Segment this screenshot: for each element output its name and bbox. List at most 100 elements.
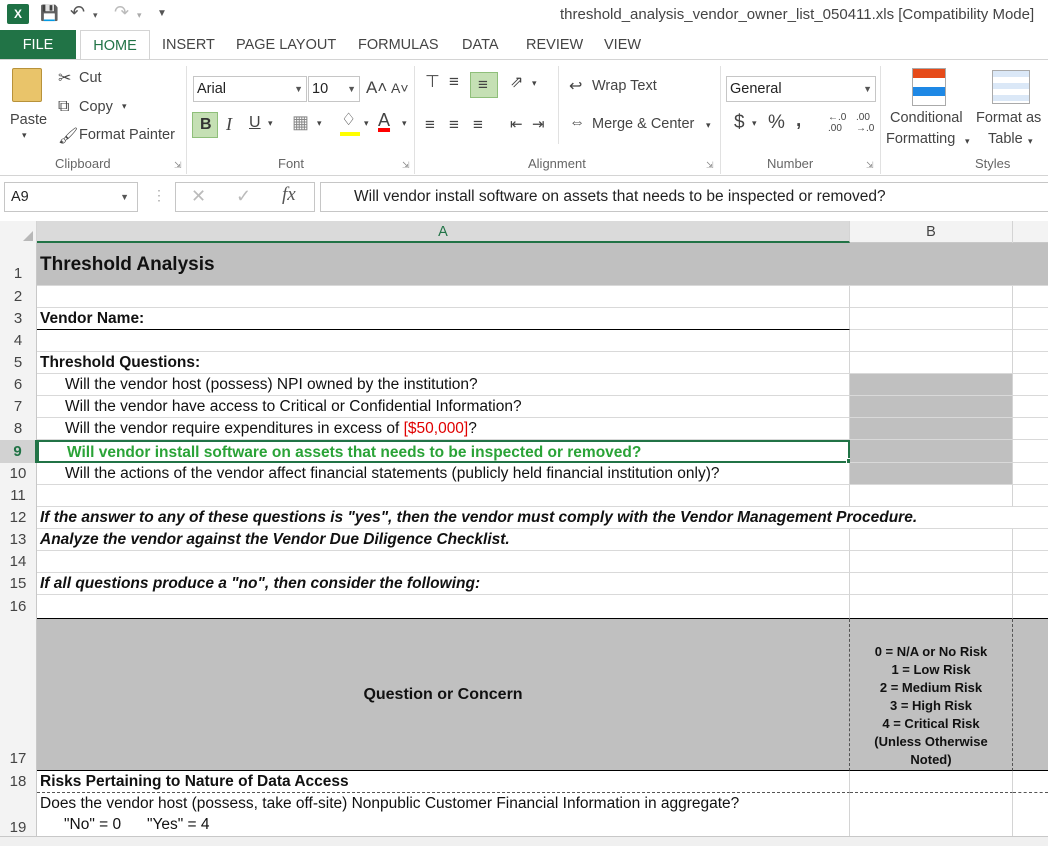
- undo-dropdown-icon[interactable]: ▾: [93, 10, 98, 21]
- cell-a9-selected[interactable]: Will vendor install software on assets t…: [37, 440, 850, 463]
- align-left-icon[interactable]: ≡: [425, 115, 435, 135]
- cell-b11[interactable]: [850, 485, 1013, 507]
- row-header[interactable]: 17: [0, 619, 37, 771]
- cell-c14[interactable]: [1013, 551, 1048, 573]
- align-center-icon[interactable]: ≡: [449, 115, 459, 135]
- font-color-dropdown-icon[interactable]: ▾: [402, 118, 407, 129]
- increase-decimal-icon[interactable]: ←.0.00: [828, 112, 846, 134]
- row-header[interactable]: 19: [0, 793, 37, 836]
- decrease-decimal-icon[interactable]: .00 →.0: [856, 112, 874, 134]
- cell-b2[interactable]: [850, 286, 1013, 308]
- undo-icon[interactable]: ↶: [70, 2, 85, 23]
- tab-review[interactable]: REVIEW: [526, 30, 583, 60]
- cell-a11[interactable]: [37, 485, 850, 507]
- cell-b9[interactable]: [850, 440, 1013, 463]
- redo-icon[interactable]: ↷: [114, 2, 129, 23]
- merge-center-button[interactable]: Merge & Center: [592, 116, 694, 132]
- font-name-select[interactable]: Arial ▼: [193, 76, 307, 102]
- cell-a3[interactable]: Vendor Name:: [37, 308, 850, 330]
- fill-dropdown-icon[interactable]: ▾: [364, 118, 369, 129]
- cell-a10[interactable]: Will the actions of the vendor affect fi…: [37, 463, 850, 485]
- row-header[interactable]: 6: [0, 374, 37, 396]
- merge-center-icon[interactable]: ⇔: [569, 114, 585, 132]
- font-launcher-icon[interactable]: ⇲: [402, 160, 410, 171]
- cell-a4[interactable]: [37, 330, 850, 352]
- row-header[interactable]: 14: [0, 551, 37, 573]
- cell-a2[interactable]: [37, 286, 850, 308]
- worksheet-grid[interactable]: 1 Threshold Analysis 2 3 Vendor Name: 4 …: [0, 243, 1048, 836]
- row-header[interactable]: 15: [0, 573, 37, 595]
- cell-a6[interactable]: Will the vendor host (possess) NPI owned…: [37, 374, 850, 396]
- row-header[interactable]: 2: [0, 286, 37, 308]
- customize-toolbar-icon[interactable]: ▼: [157, 8, 167, 19]
- cancel-icon[interactable]: ✕: [191, 186, 206, 207]
- sheet-tabs-bar[interactable]: [0, 836, 1048, 846]
- cut-icon[interactable]: ✂: [58, 68, 71, 88]
- conditional-formatting-label[interactable]: Formatting: [886, 131, 955, 147]
- row-header[interactable]: 9: [0, 440, 37, 463]
- tab-data[interactable]: DATA: [462, 30, 499, 60]
- format-painter-icon[interactable]: 🖌: [58, 126, 78, 146]
- align-middle-icon[interactable]: ≡: [449, 72, 459, 92]
- select-all-corner[interactable]: [0, 221, 37, 243]
- cell-a15[interactable]: If all questions produce a "no", then co…: [37, 573, 850, 595]
- cell-c17[interactable]: [1013, 619, 1048, 771]
- cell-c19[interactable]: [1013, 793, 1048, 836]
- cell-a14[interactable]: [37, 551, 850, 573]
- decrease-font-icon[interactable]: A˅: [391, 80, 409, 96]
- wrap-text-button[interactable]: Wrap Text: [592, 78, 657, 94]
- cell-b19[interactable]: [850, 793, 1013, 836]
- formula-input[interactable]: Will vendor install software on assets t…: [320, 182, 1048, 212]
- conditional-formatting-icon[interactable]: [912, 68, 946, 106]
- cell-c3[interactable]: [1013, 308, 1048, 330]
- cell-b15[interactable]: [850, 573, 1013, 595]
- cell-a5[interactable]: Threshold Questions:: [37, 352, 850, 374]
- cell-c16[interactable]: [1013, 595, 1048, 619]
- cell-b14[interactable]: [850, 551, 1013, 573]
- orientation-icon[interactable]: ⇗: [510, 72, 523, 92]
- name-box[interactable]: A9 ▼: [4, 182, 138, 212]
- insert-function-icon[interactable]: fx: [282, 184, 296, 206]
- row-header[interactable]: 1: [0, 243, 37, 286]
- cell-c7[interactable]: [1013, 396, 1048, 418]
- number-format-select[interactable]: General ▼: [726, 76, 876, 102]
- currency-icon[interactable]: $: [734, 112, 745, 134]
- cell-b1[interactable]: [850, 243, 1013, 286]
- align-top-icon[interactable]: ⊤: [425, 72, 440, 92]
- cell-b5[interactable]: [850, 352, 1013, 374]
- cell-a19[interactable]: Does the vendor host (possess, take off-…: [37, 793, 850, 836]
- cell-b13[interactable]: [850, 529, 1013, 551]
- cell-c8[interactable]: [1013, 418, 1048, 440]
- format-painter-button[interactable]: Format Painter: [79, 127, 175, 143]
- cell-c4[interactable]: [1013, 330, 1048, 352]
- cell-c6[interactable]: [1013, 374, 1048, 396]
- tab-home[interactable]: HOME: [80, 30, 150, 60]
- cell-b6[interactable]: [850, 374, 1013, 396]
- tab-view[interactable]: VIEW: [604, 30, 641, 60]
- merge-dropdown-icon[interactable]: ▾: [706, 120, 711, 131]
- comma-style-icon[interactable]: ,: [796, 110, 801, 132]
- cut-button[interactable]: Cut: [79, 70, 102, 86]
- format-as-table-button[interactable]: Format as: [976, 110, 1041, 126]
- alignment-launcher-icon[interactable]: ⇲: [706, 160, 714, 171]
- cell-c11[interactable]: [1013, 485, 1048, 507]
- cell-a13[interactable]: Analyze the vendor against the Vendor Du…: [37, 529, 850, 551]
- cell-c10[interactable]: [1013, 463, 1048, 485]
- italic-icon[interactable]: I: [226, 114, 232, 135]
- redo-dropdown-icon[interactable]: ▾: [137, 10, 142, 21]
- increase-indent-icon[interactable]: ⇥: [532, 115, 545, 133]
- cell-b10[interactable]: [850, 463, 1013, 485]
- tab-page-layout[interactable]: PAGE LAYOUT: [236, 30, 336, 60]
- row-header[interactable]: 18: [0, 771, 37, 793]
- paste-button[interactable]: Paste: [10, 112, 47, 128]
- cell-b16[interactable]: [850, 595, 1013, 619]
- fill-color-icon[interactable]: ♢: [341, 110, 356, 130]
- cell-a12[interactable]: If the answer to any of these questions …: [37, 507, 1048, 529]
- underline-icon[interactable]: U: [249, 114, 261, 132]
- copy-dropdown-icon[interactable]: ▾: [122, 101, 127, 112]
- cell-c9[interactable]: [1013, 440, 1048, 463]
- tab-formulas[interactable]: FORMULAS: [358, 30, 439, 60]
- row-header[interactable]: 8: [0, 418, 37, 440]
- underline-dropdown-icon[interactable]: ▾: [268, 118, 273, 129]
- copy-icon[interactable]: ⧉: [58, 98, 69, 116]
